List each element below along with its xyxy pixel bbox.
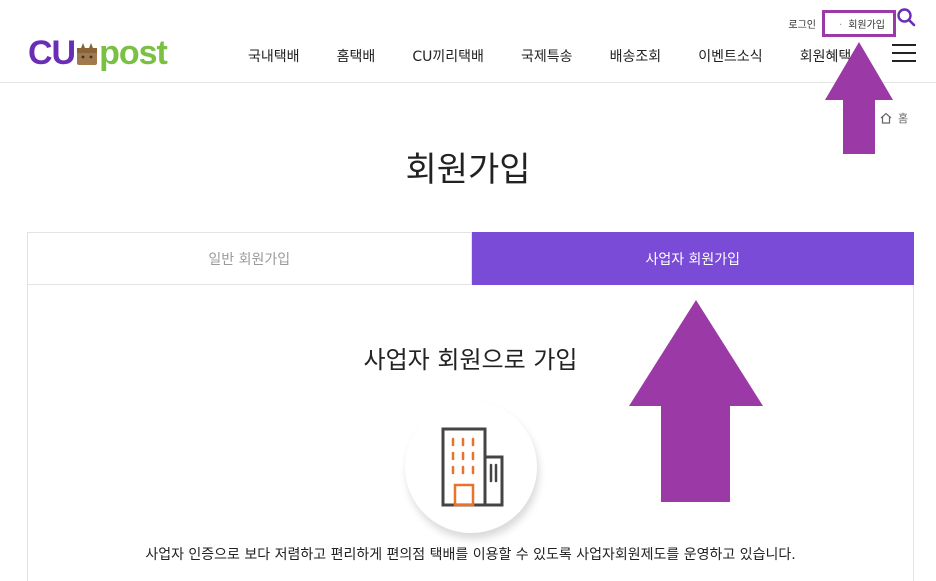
utility-links: 로그인 · 회원가입 xyxy=(788,10,896,37)
hamburger-menu-icon[interactable] xyxy=(892,44,916,64)
tab-business-signup[interactable]: 사업자 회원가입 xyxy=(471,232,914,285)
business-signup-panel: 사업자 회원으로 가입 사업자 인증으로 보다 저렴하고 편리하게 편의점 택배… xyxy=(27,285,914,581)
section-title: 사업자 회원으로 가입 xyxy=(363,346,578,374)
login-link[interactable]: 로그인 xyxy=(788,16,816,31)
building-illustration xyxy=(405,401,537,533)
breadcrumb-home[interactable]: 홈 xyxy=(898,110,908,126)
cupost-logo[interactable]: CU post xyxy=(28,28,168,72)
search-icon[interactable] xyxy=(896,7,916,27)
signup-tabs: 일반 회원가입 사업자 회원가입 xyxy=(27,232,914,285)
logo-post-text: post xyxy=(99,34,168,72)
section-description: 사업자 인증으로 보다 저렴하고 편리하게 편의점 택배를 이용할 수 있도록 … xyxy=(145,547,796,563)
site-header: CU post 로그인 · 회원가입 국내택배 홈택배 CU끼리택배 국제특송 배… xyxy=(0,0,936,83)
arrow-up-icon xyxy=(629,300,763,502)
nav-item-tracking[interactable]: 배송조회 xyxy=(610,46,662,66)
building-icon xyxy=(441,427,504,507)
nav-item-cu-to-cu[interactable]: CU끼리택배 xyxy=(412,46,484,66)
tab-general-signup[interactable]: 일반 회원가입 xyxy=(27,232,472,285)
join-link[interactable]: · 회원가입 xyxy=(822,10,896,37)
nav-item-domestic[interactable]: 국내택배 xyxy=(248,46,300,66)
nav-item-home-delivery[interactable]: 홈택배 xyxy=(337,46,376,66)
page-title: 회원가입 xyxy=(405,150,531,190)
nav-item-international[interactable]: 국제특송 xyxy=(521,46,573,66)
join-link-label: 회원가입 xyxy=(848,20,885,31)
parcel-box-icon xyxy=(76,42,98,66)
main-nav: 국내택배 홈택배 CU끼리택배 국제특송 배송조회 이벤트소식 회원혜택 xyxy=(232,46,872,70)
arrow-up-icon xyxy=(825,42,893,154)
nav-item-events[interactable]: 이벤트소식 xyxy=(698,46,762,66)
logo-cu-text: CU xyxy=(28,34,76,72)
separator-dot: · xyxy=(839,20,843,31)
